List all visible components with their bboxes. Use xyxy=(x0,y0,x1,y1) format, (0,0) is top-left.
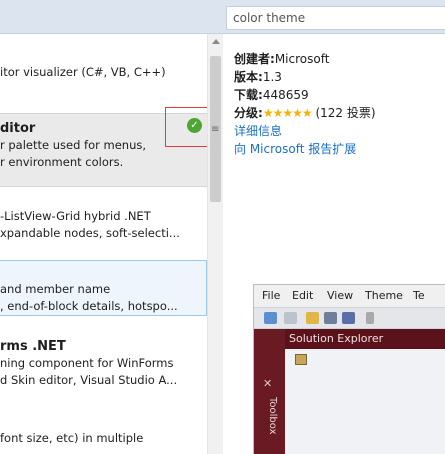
creator-row: 创建者:Microsoft xyxy=(234,50,445,68)
item-description: , end-of-block details, hotspo... xyxy=(0,299,178,313)
downloads-value: 448659 xyxy=(262,88,309,102)
preview-menu-theme: Theme xyxy=(365,289,403,302)
solution-explorer-header: Solution Explorer xyxy=(285,329,445,349)
item-description: ning component for WinForms xyxy=(0,356,174,370)
item-description: xpandable nodes, soft-selecti... xyxy=(0,226,180,240)
solution-explorer-body xyxy=(285,349,445,454)
extension-details: 创建者:Microsoft 版本:1.3 下载:448659 分级:★★★★★ … xyxy=(234,50,445,158)
preview-menu-edit: Edit xyxy=(292,289,314,302)
save-all-icon xyxy=(342,312,355,324)
item-description: font size, etc) in multiple xyxy=(0,431,144,445)
item-description: r environment colors. xyxy=(0,155,124,169)
solution-properties-icon xyxy=(295,354,307,365)
item-description: and member name xyxy=(0,282,111,296)
extension-list: itor visualizer (C#, VB, C++) ditor r pa… xyxy=(0,34,207,454)
top-bar xyxy=(0,0,445,34)
preview-menu-bar: File Edit View Theme Te xyxy=(254,285,445,307)
list-item[interactable]: -ListView-Grid hybrid .NET xpandable nod… xyxy=(0,208,207,258)
version-value: 1.3 xyxy=(262,70,282,84)
list-scrollbar[interactable] xyxy=(207,34,223,454)
new-project-icon xyxy=(264,312,277,324)
list-item[interactable]: rms .NET ning component for WinForms d S… xyxy=(0,338,207,410)
cut-icon xyxy=(366,312,374,324)
open-folder-icon xyxy=(306,312,319,324)
toolbox-label: Toolbox xyxy=(267,397,278,435)
list-item[interactable]: itor visualizer (C#, VB, C++) xyxy=(0,64,207,94)
creator-label: 创建者: xyxy=(234,52,275,66)
preview-menu-view: View xyxy=(327,289,354,302)
item-title: rms .NET xyxy=(0,339,66,354)
version-label: 版本: xyxy=(234,70,263,84)
splitter-grip-icon[interactable]: ≡ xyxy=(211,124,219,135)
scroll-up-arrow-icon[interactable] xyxy=(212,39,220,44)
search-input[interactable] xyxy=(226,6,445,30)
rating-row: 分级:★★★★★ (122 投票) xyxy=(234,104,445,122)
theme-preview-image: File Edit View Theme Te ✕ Toolbox Soluti… xyxy=(253,284,445,454)
downloads-row: 下载:448659 xyxy=(234,86,445,104)
item-description: itor visualizer (C#, VB, C++) xyxy=(0,65,166,79)
item-description: -ListView-Grid hybrid .NET xyxy=(0,209,151,223)
preview-toolbox-strip: ✕ Toolbox xyxy=(254,329,285,454)
downloads-label: 下载: xyxy=(234,88,263,102)
pin-icon: ✕ xyxy=(263,377,273,390)
list-item-hovered[interactable]: and member name , end-of-block details, … xyxy=(0,260,207,316)
more-info-link[interactable]: 详细信息 xyxy=(234,124,282,138)
report-extension-link[interactable]: 向 Microsoft 报告扩展 xyxy=(234,142,356,156)
save-icon xyxy=(324,312,337,324)
list-item[interactable]: font size, etc) in multiple xyxy=(0,430,207,454)
rating-stars-icon: ★★★★★ xyxy=(262,106,313,120)
rating-votes: (122 投票) xyxy=(315,106,376,120)
add-item-icon xyxy=(284,312,297,324)
item-description: d Skin editor, Visual Studio A... xyxy=(0,373,178,387)
version-row: 版本:1.3 xyxy=(234,68,445,86)
preview-menu-truncated: Te xyxy=(413,289,425,302)
rating-label: 分级: xyxy=(234,106,263,120)
preview-menu-file: File xyxy=(262,289,281,302)
preview-toolbar xyxy=(254,307,445,329)
creator-value: Microsoft xyxy=(274,52,330,66)
highlight-annotation-box xyxy=(165,107,213,147)
